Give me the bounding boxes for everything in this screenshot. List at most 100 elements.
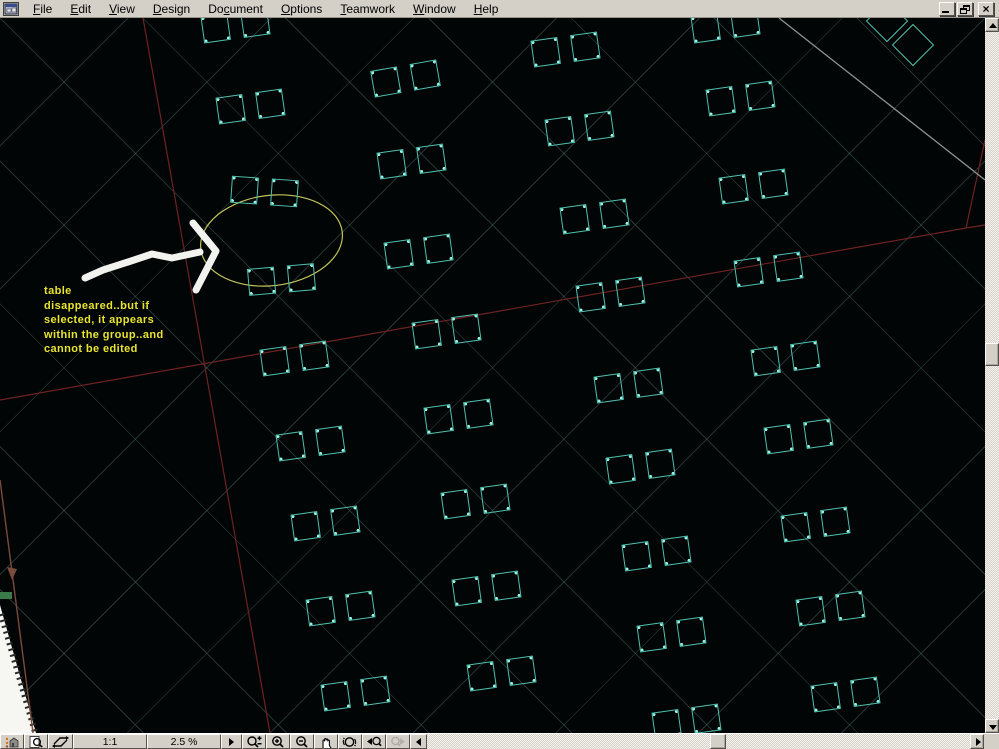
- expand-options-button[interactable]: [221, 734, 242, 749]
- table-square[interactable]: [320, 681, 351, 712]
- table-square[interactable]: [255, 88, 286, 119]
- table-square[interactable]: [763, 424, 794, 455]
- document-window-icon[interactable]: [3, 1, 19, 16]
- table-square[interactable]: [803, 418, 834, 449]
- table-square[interactable]: [676, 616, 707, 647]
- table-square[interactable]: [605, 454, 636, 485]
- table-square[interactable]: [780, 512, 811, 543]
- table-square[interactable]: [440, 489, 471, 520]
- table-square[interactable]: [599, 198, 630, 229]
- table-square[interactable]: [491, 570, 522, 601]
- scroll-right-button[interactable]: [970, 734, 984, 749]
- table-square[interactable]: [215, 94, 246, 125]
- menu-item-window[interactable]: Window: [404, 1, 465, 17]
- table-square[interactable]: [810, 682, 841, 713]
- table-square[interactable]: [315, 425, 346, 456]
- table-square[interactable]: [360, 675, 391, 706]
- zoom-in-button[interactable]: [266, 734, 290, 749]
- table-square[interactable]: [835, 590, 866, 621]
- restore-button[interactable]: [957, 1, 973, 16]
- table-square[interactable]: [615, 276, 646, 307]
- table-square[interactable]: [544, 116, 575, 147]
- table-square[interactable]: [409, 59, 441, 91]
- table-square[interactable]: [451, 313, 482, 344]
- table-square[interactable]: [691, 703, 722, 733]
- rebuild-button[interactable]: [48, 734, 73, 749]
- table-square[interactable]: [575, 282, 606, 313]
- table-square[interactable]: [621, 541, 652, 572]
- table-square[interactable]: [850, 676, 881, 707]
- table-square[interactable]: [345, 590, 376, 621]
- table-square[interactable]: [745, 80, 776, 111]
- table-square[interactable]: [645, 448, 676, 479]
- table-square[interactable]: [661, 535, 692, 566]
- menu-item-help[interactable]: Help: [465, 1, 508, 17]
- table-square[interactable]: [299, 340, 330, 371]
- vertical-scroll-thumb[interactable]: [985, 343, 999, 366]
- zoom-level-button[interactable]: 2.5 %: [147, 734, 221, 749]
- table-square[interactable]: [275, 431, 306, 462]
- horizontal-scrollbar[interactable]: [427, 734, 984, 749]
- table-square[interactable]: [820, 506, 851, 537]
- table-square[interactable]: [411, 319, 442, 350]
- menu-item-teamwork[interactable]: Teamwork: [331, 1, 404, 17]
- table-square[interactable]: [246, 266, 277, 296]
- scroll-up-button[interactable]: [985, 18, 999, 32]
- menu-item-file[interactable]: File: [24, 1, 61, 17]
- table-square[interactable]: [451, 576, 482, 607]
- table-square[interactable]: [506, 655, 537, 686]
- floor-plan-canvas[interactable]: table disappeared..but if selected, it a…: [0, 18, 985, 733]
- table-square[interactable]: [705, 86, 736, 117]
- table-square[interactable]: [718, 174, 749, 205]
- table-square[interactable]: [795, 596, 826, 627]
- table-square[interactable]: [423, 404, 454, 435]
- table-square[interactable]: [200, 18, 231, 44]
- zoom-preview-button[interactable]: [24, 734, 48, 749]
- zoom-percent-button[interactable]: [242, 734, 266, 749]
- minimize-button[interactable]: [939, 1, 955, 16]
- table-square[interactable]: [480, 483, 511, 514]
- table-square[interactable]: [423, 233, 454, 264]
- scroll-down-button[interactable]: [985, 719, 999, 733]
- table-square[interactable]: [690, 18, 721, 44]
- table-square[interactable]: [259, 346, 290, 377]
- pan-button[interactable]: [314, 734, 338, 749]
- table-pair[interactable]: [230, 175, 299, 208]
- table-square[interactable]: [370, 66, 402, 98]
- zoom-out-button[interactable]: [290, 734, 314, 749]
- table-square[interactable]: [584, 110, 615, 141]
- menu-item-edit[interactable]: Edit: [61, 1, 100, 17]
- table-square[interactable]: [733, 257, 764, 288]
- vertical-scrollbar[interactable]: [985, 18, 999, 733]
- table-square[interactable]: [570, 31, 601, 62]
- table-square[interactable]: [758, 168, 789, 199]
- table-square[interactable]: [750, 346, 781, 377]
- close-button[interactable]: ×: [978, 1, 994, 16]
- scroll-left-button[interactable]: [410, 734, 427, 749]
- table-square[interactable]: [790, 340, 821, 371]
- table-square[interactable]: [416, 143, 447, 174]
- next-zoom-button[interactable]: [386, 734, 410, 749]
- table-square[interactable]: [330, 505, 361, 536]
- quick-options-button[interactable]: [0, 734, 24, 749]
- table-square[interactable]: [636, 622, 667, 653]
- menu-item-options[interactable]: Options: [272, 1, 331, 17]
- table-square[interactable]: [466, 661, 497, 692]
- table-square[interactable]: [286, 263, 317, 293]
- table-square[interactable]: [530, 37, 561, 68]
- scale-button[interactable]: 1:1: [73, 734, 147, 749]
- table-square[interactable]: [305, 596, 336, 627]
- table-square[interactable]: [559, 204, 590, 235]
- table-square[interactable]: [633, 367, 664, 398]
- horizontal-scroll-thumb[interactable]: [710, 734, 726, 749]
- table-square[interactable]: [290, 511, 321, 542]
- table-square[interactable]: [593, 373, 624, 404]
- table-square[interactable]: [376, 149, 407, 180]
- table-square[interactable]: [773, 251, 804, 282]
- fit-in-window-button[interactable]: [338, 734, 362, 749]
- menu-item-document[interactable]: Document: [199, 1, 272, 17]
- table-square[interactable]: [463, 398, 494, 429]
- table-square[interactable]: [651, 709, 682, 733]
- previous-zoom-button[interactable]: [362, 734, 386, 749]
- table-square[interactable]: [383, 239, 414, 270]
